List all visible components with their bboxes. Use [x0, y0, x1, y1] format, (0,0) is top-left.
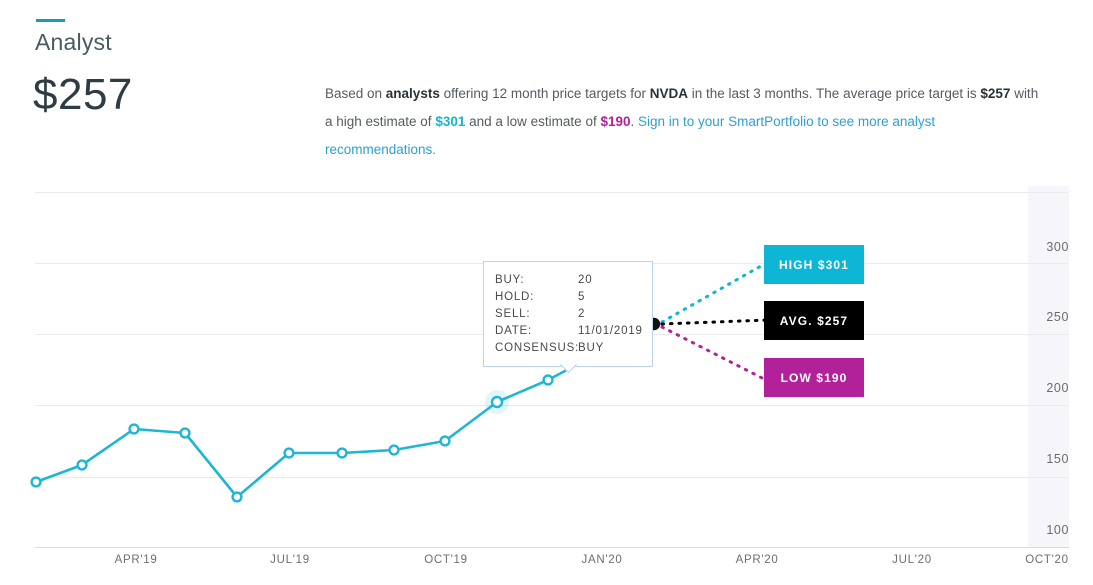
tooltip-label-hold: HOLD: [495, 289, 578, 306]
tooltip-label-consensus: CONSENSUS: [495, 340, 578, 357]
tooltip-row-buy: BUY: 20 [495, 272, 641, 289]
tooltip-row-date: DATE: 11/01/2019 [495, 323, 641, 340]
tooltip-value-sell: 2 [578, 306, 641, 323]
tooltip-label-buy: BUY: [495, 272, 578, 289]
tooltip-row-consensus: CONSENSUS: BUY [495, 340, 641, 357]
low-estimate-badge[interactable]: LOW $190 [764, 358, 864, 397]
tooltip-value-consensus: BUY [578, 340, 641, 357]
tooltip-label-sell: SELL: [495, 306, 578, 323]
projection-line-avg [662, 320, 768, 324]
high-estimate-badge[interactable]: HIGH $301 [764, 245, 864, 284]
average-estimate-badge[interactable]: AVG. $257 [764, 301, 864, 340]
projection-line-high [662, 262, 768, 322]
tooltip-row-sell: SELL: 2 [495, 306, 641, 323]
projection-line-low [662, 327, 768, 381]
tooltip-label-date: DATE: [495, 323, 578, 340]
chart-tooltip: BUY: 20 HOLD: 5 SELL: 2 DATE: 11/01/2019… [483, 261, 653, 367]
tooltip-value-date: 11/01/2019 [578, 323, 643, 340]
tooltip-row-hold: HOLD: 5 [495, 289, 641, 306]
tooltip-pointer [559, 364, 577, 374]
tooltip-value-hold: 5 [578, 289, 641, 306]
tooltip-value-buy: 20 [578, 272, 641, 289]
